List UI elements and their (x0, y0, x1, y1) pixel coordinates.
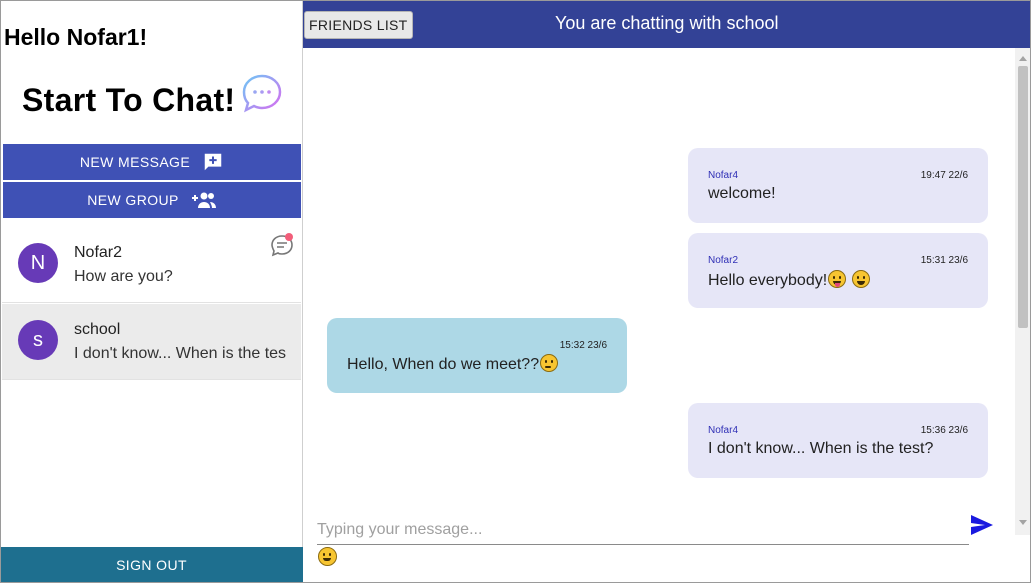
own-message-bubble: 15:32 23/6 Hello, When do we meet?? (327, 318, 627, 393)
message-text: Hello everybody! (708, 272, 828, 289)
message-sender: Nofar2 (708, 255, 739, 266)
thinking-emoji-icon (540, 354, 559, 372)
message-body: Hello, When do we meet?? (347, 354, 559, 374)
sidebar: Hello Nofar1! Start To Chat! NEW MESSAGE… (0, 0, 303, 583)
message-bubble: Nofar4 19:47 22/6 welcome! (688, 148, 988, 223)
page-heading: Start To Chat! (22, 82, 236, 118)
tongue-emoji-icon (828, 270, 847, 288)
message-body: Hello everybody! (708, 270, 870, 290)
scroll-down-arrow-icon[interactable] (1019, 520, 1027, 525)
send-button[interactable] (969, 514, 995, 538)
contact-item-school[interactable]: s school I don't know... When is the tes… (2, 304, 301, 380)
message-list: Nofar4 19:47 22/6 welcome! Nofar2 15:31 … (303, 48, 1015, 510)
scroll-up-arrow-icon[interactable] (1019, 56, 1027, 61)
friends-list-button[interactable]: FRIENDS LIST (304, 11, 413, 39)
message-sender: Nofar4 (708, 170, 739, 181)
message-time: 19:47 22/6 (920, 170, 968, 181)
chat-header: FRIENDS LIST You are chatting with schoo… (303, 0, 1031, 48)
contact-name: school (74, 321, 121, 338)
message-text: Hello, When do we meet?? (347, 356, 540, 373)
scrollbar-thumb[interactable] (1018, 66, 1028, 328)
emoji-picker-button[interactable] (318, 547, 338, 567)
message-bubble: Nofar4 15:36 23/6 I don't know... When i… (688, 403, 988, 478)
avatar: s (18, 320, 58, 360)
unread-message-icon (271, 233, 293, 257)
new-group-label: NEW GROUP (87, 192, 179, 208)
message-text: welcome! (708, 185, 776, 202)
group-add-icon (191, 191, 217, 209)
smile-emoji-icon (318, 547, 337, 566)
new-message-label: NEW MESSAGE (79, 154, 191, 170)
avatar: N (18, 243, 58, 283)
contact-preview: I don't know... When is the test? (74, 345, 286, 362)
message-time: 15:32 23/6 (559, 340, 607, 351)
send-icon (971, 515, 993, 535)
message-text: I don't know... When is the test? (708, 440, 934, 457)
sign-out-button[interactable]: SIGN OUT (0, 547, 303, 583)
add-comment-icon (202, 151, 224, 173)
contact-name: Nofar2 (74, 244, 123, 261)
greeting: Hello Nofar1! (4, 24, 148, 50)
message-scrollbar[interactable] (1015, 48, 1031, 535)
chat-bubble-icon (242, 74, 282, 113)
message-time: 15:31 23/6 (920, 255, 968, 266)
message-time: 15:36 23/6 (920, 425, 968, 436)
new-message-button[interactable]: NEW MESSAGE (3, 144, 301, 180)
contact-item-nofar2[interactable]: N Nofar2 How are you? (2, 227, 301, 303)
new-group-button[interactable]: NEW GROUP (3, 182, 301, 218)
message-sender: Nofar4 (708, 425, 739, 436)
grin-emoji-icon (851, 270, 870, 288)
message-input[interactable] (317, 516, 969, 545)
chat-title: You are chatting with school (555, 13, 779, 33)
contact-preview: How are you? (74, 268, 173, 285)
message-bubble: Nofar2 15:31 23/6 Hello everybody! (688, 233, 988, 308)
